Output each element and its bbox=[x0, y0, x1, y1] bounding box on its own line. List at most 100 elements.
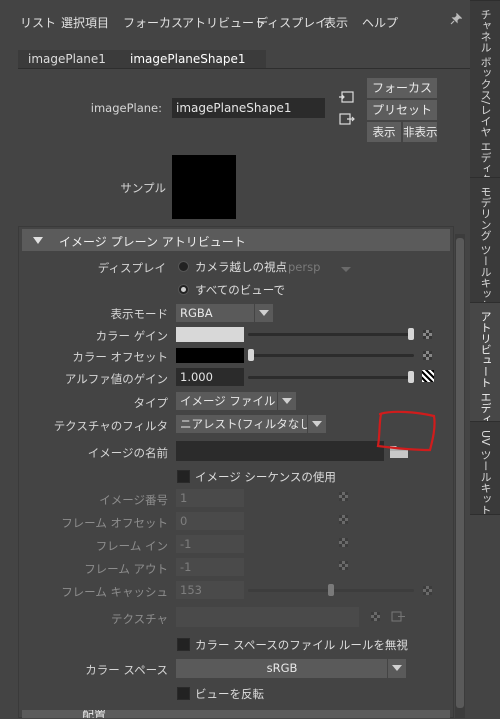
color-gain-label: カラー ゲイン bbox=[95, 329, 168, 343]
node-label: imagePlane: bbox=[90, 101, 162, 115]
use-image-sequence-checkbox[interactable] bbox=[177, 470, 190, 483]
pin-icon[interactable] bbox=[450, 12, 463, 28]
type-value: イメージ ファイル bbox=[180, 394, 276, 408]
alpha-gain-map-icon[interactable] bbox=[422, 370, 434, 382]
ignore-color-space-rules-label: カラー スペースのファイル ルールを無視 bbox=[195, 638, 408, 652]
image-number-field[interactable]: 1 bbox=[176, 489, 244, 507]
frame-out-map-icon[interactable] bbox=[339, 561, 348, 570]
texture-field[interactable] bbox=[176, 607, 359, 627]
focus-button[interactable]: フォーカス bbox=[367, 78, 437, 98]
camera-name: persp bbox=[288, 260, 321, 274]
color-offset-slider-track[interactable] bbox=[248, 354, 414, 357]
section-title-placement: 配置 bbox=[82, 710, 107, 718]
scrollbar-track[interactable] bbox=[455, 234, 465, 718]
chevron-down-icon bbox=[307, 415, 326, 433]
texture-output-icon[interactable] bbox=[390, 610, 406, 626]
chevron-down-icon bbox=[277, 392, 296, 410]
show-button[interactable]: 表示 bbox=[367, 122, 401, 142]
tab-imageplaneshape1[interactable]: imagePlaneShape1 bbox=[120, 50, 266, 68]
sample-label: サンプル bbox=[120, 181, 166, 195]
side-tab-channel-box[interactable]: チャネル ボックス/レイヤ エディタ bbox=[470, 0, 500, 185]
alpha-gain-slider-track[interactable] bbox=[248, 376, 414, 379]
red-annotation-mark bbox=[376, 410, 436, 452]
side-tab-uv-toolkit[interactable]: UV ツールキット bbox=[470, 421, 500, 516]
hide-button[interactable]: 非表示 bbox=[403, 122, 438, 142]
menu-selection[interactable]: 選択項目 bbox=[61, 14, 109, 31]
chevron-down-icon bbox=[254, 304, 273, 322]
section-title: イメージ プレーン アトリビュート bbox=[59, 235, 246, 249]
frame-offset-field[interactable]: 0 bbox=[176, 512, 244, 530]
frame-cache-field[interactable]: 153 bbox=[176, 581, 244, 599]
menu-attributes[interactable]: アトリビュート bbox=[182, 14, 266, 31]
display-through-camera-radio[interactable] bbox=[178, 261, 189, 272]
frame-in-label: フレーム イン bbox=[95, 539, 168, 553]
image-number-label: イメージ番号 bbox=[99, 493, 168, 507]
side-tab-channel-box-label: チャネル ボックス/レイヤ エディタ bbox=[479, 9, 492, 185]
use-image-sequence-label: イメージ シーケンスの使用 bbox=[195, 470, 336, 484]
color-space-value: sRGB bbox=[266, 661, 298, 675]
alpha-gain-field[interactable]: 1.000 bbox=[176, 368, 244, 386]
display-through-camera-label: カメラ越しの視点 bbox=[195, 260, 287, 274]
frame-offset-map-icon[interactable] bbox=[339, 515, 348, 524]
texture-filter-label: テクスチャのフィルタ bbox=[53, 419, 168, 433]
menu-show[interactable]: 表示 bbox=[324, 14, 348, 31]
sample-swatch bbox=[172, 155, 236, 219]
scrollbar-thumb[interactable] bbox=[456, 238, 464, 708]
color-space-label: カラー スペース bbox=[85, 663, 168, 677]
texture-label: テクスチャ bbox=[110, 612, 168, 626]
node-name-field[interactable]: imagePlaneShape1 bbox=[172, 98, 325, 118]
image-number-map-icon[interactable] bbox=[339, 492, 348, 501]
menu-display[interactable]: ディスプレイ bbox=[256, 14, 327, 31]
section-header-placement[interactable]: 配置 bbox=[22, 710, 450, 718]
select-node-icon[interactable] bbox=[338, 89, 356, 108]
menu-focus[interactable]: フォーカス bbox=[123, 14, 183, 31]
frame-out-field[interactable]: -1 bbox=[176, 558, 244, 576]
color-offset-map-icon[interactable] bbox=[423, 351, 432, 360]
go-to-output-icon[interactable] bbox=[338, 111, 356, 130]
ignore-color-space-rules-checkbox[interactable] bbox=[177, 638, 190, 651]
side-tab-uv-toolkit-label: UV ツールキット bbox=[479, 430, 492, 516]
image-name-label: イメージの名前 bbox=[87, 446, 168, 460]
frame-cache-label: フレーム キャッシュ bbox=[61, 585, 168, 599]
section-header-image-plane-attributes[interactable]: イメージ プレーン アトリビュート bbox=[22, 229, 450, 251]
type-dropdown[interactable]: イメージ ファイル bbox=[176, 392, 296, 410]
collapse-triangle-icon bbox=[33, 237, 43, 244]
side-tab-modeling-toolkit[interactable]: モデリング ツールキット bbox=[470, 177, 500, 311]
alpha-gain-slider-handle[interactable] bbox=[408, 371, 414, 383]
display-mode-value: RGBA bbox=[180, 306, 213, 320]
color-gain-swatch[interactable] bbox=[176, 327, 244, 342]
tab-imageplane1[interactable]: imagePlane1 bbox=[18, 50, 122, 68]
flip-view-label: ビューを反転 bbox=[195, 687, 264, 701]
frame-in-field[interactable]: -1 bbox=[176, 535, 244, 553]
color-gain-map-icon[interactable] bbox=[423, 330, 432, 339]
side-tab-modeling-toolkit-label: モデリング ツールキット bbox=[479, 186, 492, 311]
display-all-views-label: すべてのビューで bbox=[195, 283, 286, 297]
display-mode-dropdown[interactable]: RGBA bbox=[176, 304, 273, 322]
menu-list[interactable]: リスト bbox=[20, 14, 56, 31]
camera-dropdown-arrow[interactable] bbox=[340, 263, 358, 272]
menu-help[interactable]: ヘルプ bbox=[362, 14, 398, 31]
preset-button[interactable]: プリセット bbox=[367, 100, 437, 120]
color-gain-slider-track[interactable] bbox=[248, 333, 414, 336]
texture-filter-value: ニアレスト(フィルタなし) bbox=[180, 417, 316, 431]
menu-bar: リスト 選択項目 フォーカス アトリビュート ディスプレイ 表示 ヘルプ bbox=[0, 0, 470, 42]
frame-cache-slider-handle[interactable] bbox=[328, 584, 334, 596]
texture-filter-dropdown[interactable]: ニアレスト(フィルタなし) bbox=[176, 415, 326, 433]
side-tab-attribute-editor[interactable]: アトリビュート エディタ bbox=[470, 302, 500, 436]
color-offset-swatch[interactable] bbox=[176, 348, 244, 363]
color-offset-slider-handle[interactable] bbox=[248, 349, 254, 361]
color-offset-label: カラー オフセット bbox=[72, 350, 168, 364]
side-tab-attribute-editor-label: アトリビュート エディタ bbox=[479, 311, 492, 436]
frame-cache-map-icon[interactable] bbox=[423, 586, 432, 595]
side-tab-empty bbox=[470, 514, 500, 719]
frame-in-map-icon[interactable] bbox=[339, 538, 348, 547]
color-gain-slider-handle[interactable] bbox=[408, 328, 414, 340]
display-label: ディスプレイ bbox=[97, 261, 166, 275]
flip-view-checkbox[interactable] bbox=[177, 687, 190, 700]
texture-map-icon[interactable] bbox=[371, 612, 380, 621]
image-name-field[interactable] bbox=[176, 441, 384, 461]
color-space-dropdown[interactable]: sRGB bbox=[176, 659, 406, 678]
display-all-views-radio[interactable] bbox=[178, 284, 189, 295]
tab-divider bbox=[18, 68, 470, 69]
chevron-down-icon bbox=[387, 659, 406, 678]
